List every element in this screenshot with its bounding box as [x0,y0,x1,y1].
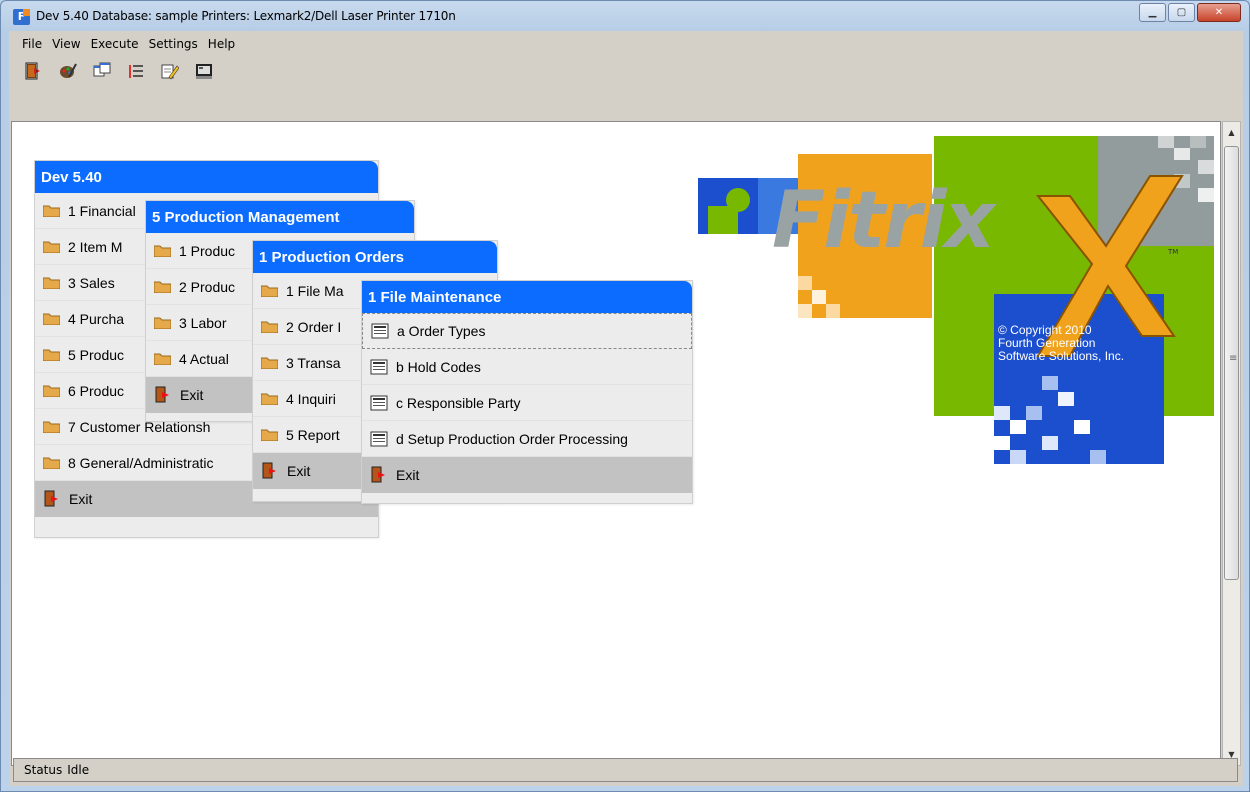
exit-icon [370,466,388,484]
paint-icon[interactable] [57,60,79,82]
menu-file-item[interactable]: d Setup Production Order Processing [362,421,692,457]
folder-icon [260,392,279,406]
menu-orders-header: 1 Production Orders [253,241,497,273]
folder-icon [153,244,172,258]
menu-execute[interactable]: Execute [86,35,144,53]
folder-icon [42,204,61,218]
menu-production-header: 5 Production Management [146,201,414,233]
fitrix-logo: Fitrix TM © Copyright 2010 Fourth Genera… [698,136,1218,476]
app-window: F Dev 5.40 Database: sample Printers: Le… [0,0,1250,792]
folder-icon [42,456,61,470]
folder-icon [42,312,61,326]
windows-icon[interactable] [91,60,113,82]
workspace: Fitrix TM © Copyright 2010 Fourth Genera… [11,121,1221,766]
folder-icon [260,428,279,442]
app-icon[interactable]: F [13,9,30,25]
folder-icon [42,384,61,398]
folder-icon [42,240,61,254]
folder-icon [260,320,279,334]
program-icon [370,431,388,447]
list-icon[interactable] [125,60,147,82]
menu-bar: File View Execute Settings Help [9,31,1243,56]
folder-icon [153,316,172,330]
program-icon [370,395,388,411]
program-icon [370,359,388,375]
folder-icon [42,276,61,290]
menu-file-item[interactable]: b Hold Codes [362,349,692,385]
scroll-up-arrow-icon[interactable]: ▲ [1223,124,1240,141]
folder-icon [153,352,172,366]
folder-icon [153,280,172,294]
window-title: Dev 5.40 Database: sample Printers: Lexm… [36,9,456,23]
logo-text: Fitrix [772,176,995,266]
menu-file-item[interactable]: a Order Types [362,313,692,349]
folder-icon [42,348,61,362]
menu-help[interactable]: Help [203,35,240,53]
status-value: Idle [67,763,90,777]
trademark: TM [1168,248,1179,256]
title-bar[interactable]: F Dev 5.40 Database: sample Printers: Le… [1,1,1249,31]
menu-view[interactable]: View [47,35,85,53]
exit-icon [154,386,172,404]
folder-icon [260,284,279,298]
exit-icon [261,462,279,480]
folder-icon [260,356,279,370]
exit-icon[interactable] [23,60,45,82]
exit-icon [43,490,61,508]
vertical-scrollbar[interactable]: ▲ ≡ ▼ [1222,121,1241,766]
maximize-button[interactable]: ▢ [1168,3,1195,22]
scroll-thumb[interactable]: ≡ [1224,146,1239,580]
folder-icon [42,420,61,434]
menu-file-maintenance: 1 File Maintenance a Order Types b Hold … [361,280,693,504]
minimize-button[interactable]: ▁ [1139,3,1166,22]
menu-file-exit[interactable]: Exit [362,457,692,493]
toolbar [9,56,1243,86]
screen-icon[interactable] [193,60,215,82]
status-bar: Status Idle [13,758,1238,782]
menu-settings[interactable]: Settings [144,35,203,53]
program-icon [371,323,389,339]
menu-file-item[interactable]: c Responsible Party [362,385,692,421]
status-label: Status [24,763,63,777]
menu-file-header: 1 File Maintenance [362,281,692,313]
edit-icon[interactable] [159,60,181,82]
menu-file[interactable]: File [17,35,47,53]
menu-main-header: Dev 5.40 [35,161,378,193]
copyright-text: © Copyright 2010 Fourth Generation Softw… [998,323,1125,363]
close-button[interactable]: ✕ [1197,3,1241,22]
client-area: File View Execute Settings Help Fitrix T… [9,31,1243,786]
